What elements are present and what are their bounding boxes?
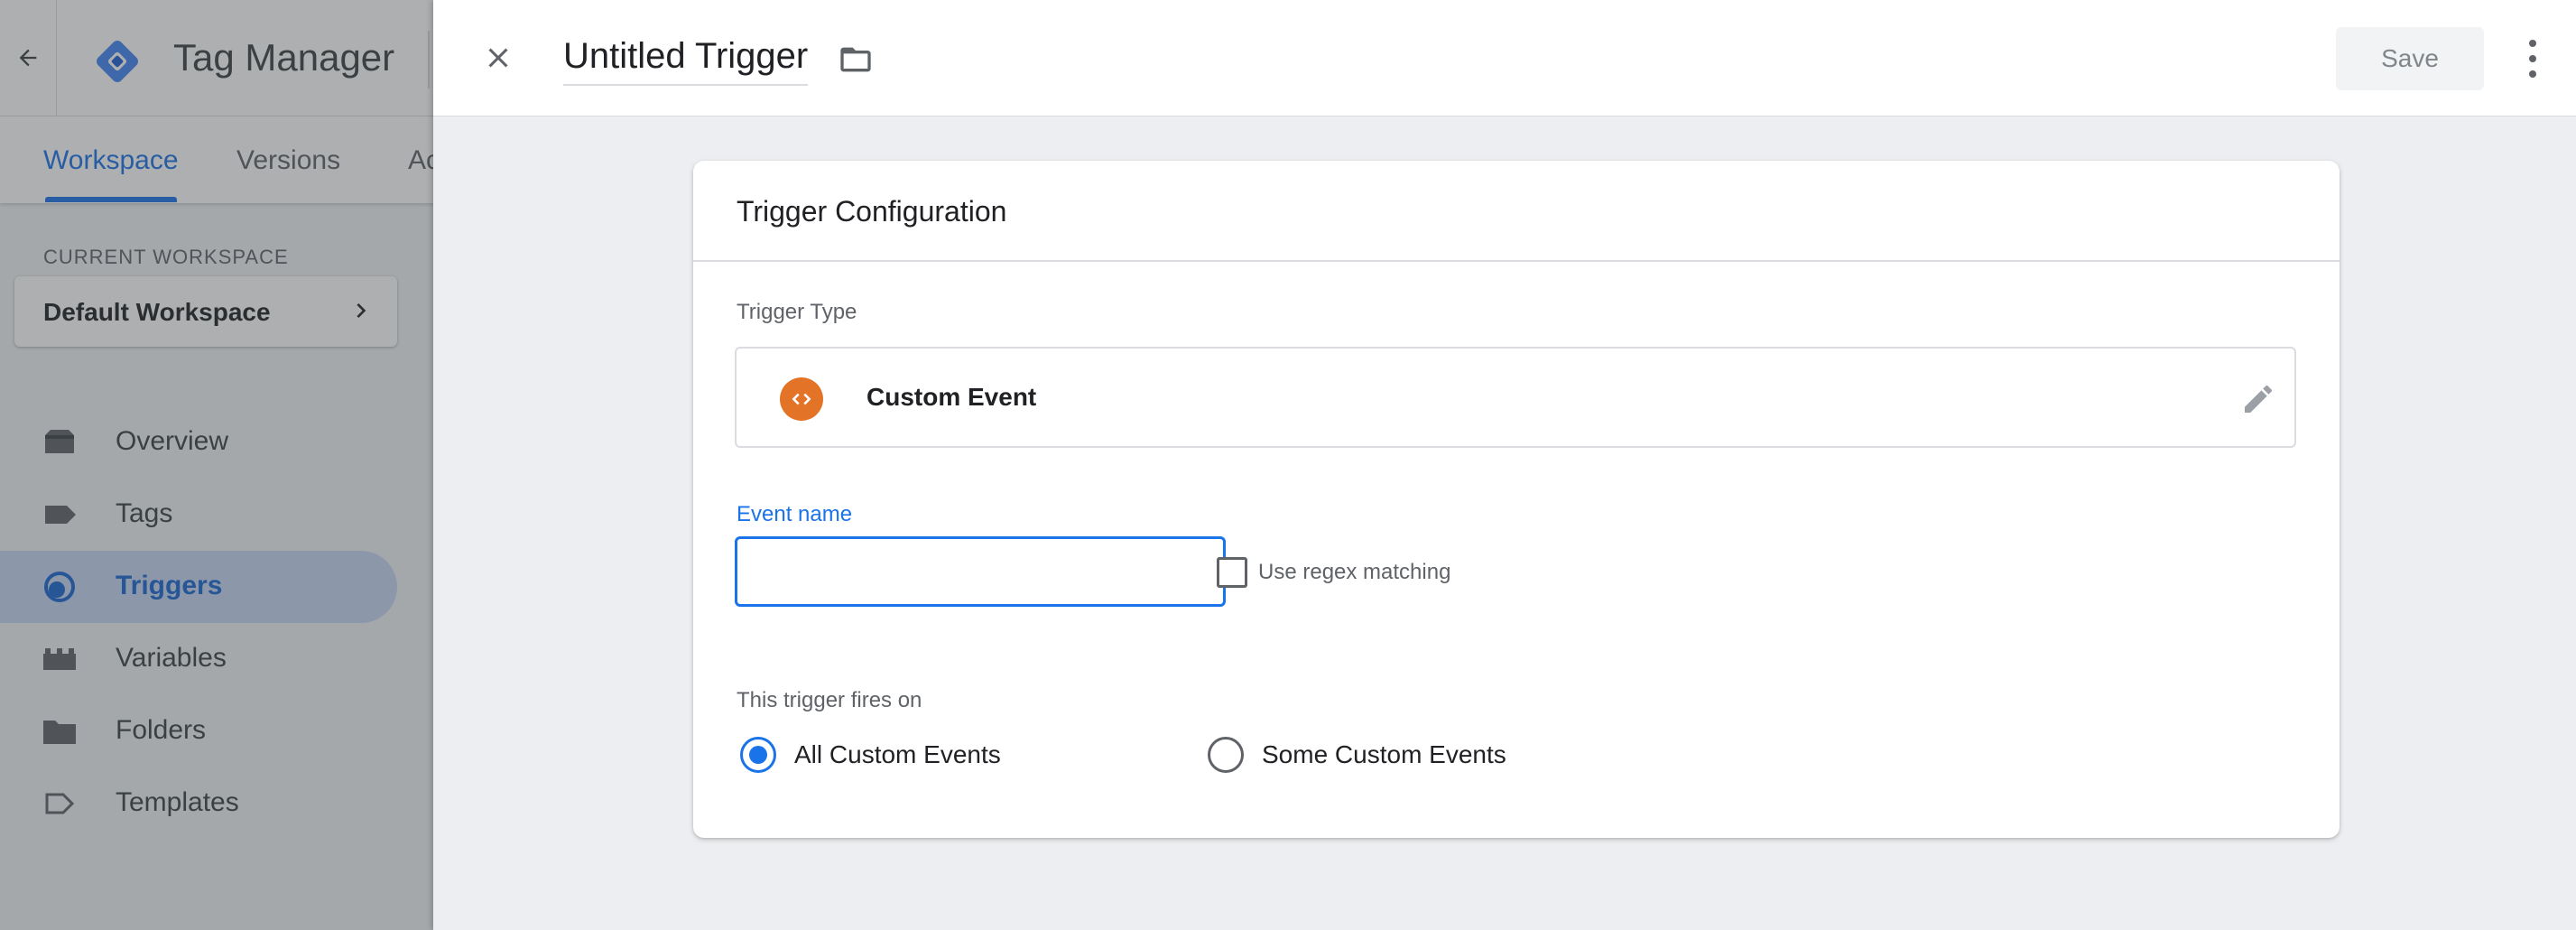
fires-on-label: This trigger fires on [737, 688, 922, 712]
trigger-type-label: Trigger Type [737, 300, 857, 324]
radio-all-custom-events[interactable] [740, 737, 776, 773]
trigger-name-field[interactable]: Untitled Trigger [563, 36, 809, 86]
close-icon [488, 48, 508, 68]
regex-label: Use regex matching [1258, 560, 1451, 584]
event-name-label: Event name [737, 502, 853, 526]
modal-scrim[interactable] [0, 0, 433, 930]
custom-event-icon [780, 377, 823, 421]
trigger-configuration-card: Trigger Configuration Trigger Type Custo… [693, 161, 2340, 838]
trigger-type-name: Custom Event [866, 383, 1037, 411]
panel-header: Untitled Trigger Save [433, 0, 2576, 116]
card-title: Trigger Configuration [737, 195, 1007, 228]
event-name-input[interactable] [735, 536, 1226, 607]
close-button[interactable] [475, 34, 522, 81]
save-button[interactable]: Save [2336, 27, 2484, 90]
trigger-type-selector[interactable]: Custom Event [735, 347, 2296, 448]
more-vert-icon[interactable] [2525, 36, 2540, 81]
trigger-editor-panel: Untitled Trigger Save Trigger Configurat… [433, 0, 2576, 930]
regex-checkbox[interactable] [1217, 557, 1247, 588]
radio-label-all: All Custom Events [794, 740, 1001, 768]
card-divider [693, 260, 2340, 262]
radio-some-custom-events[interactable] [1208, 737, 1244, 773]
edit-pencil-icon[interactable] [2240, 381, 2276, 417]
background-app: Tag Manager Workspace Versions Ac CURREN… [0, 0, 433, 930]
folder-outline-icon[interactable] [836, 42, 876, 78]
radio-label-some: Some Custom Events [1262, 740, 1506, 768]
